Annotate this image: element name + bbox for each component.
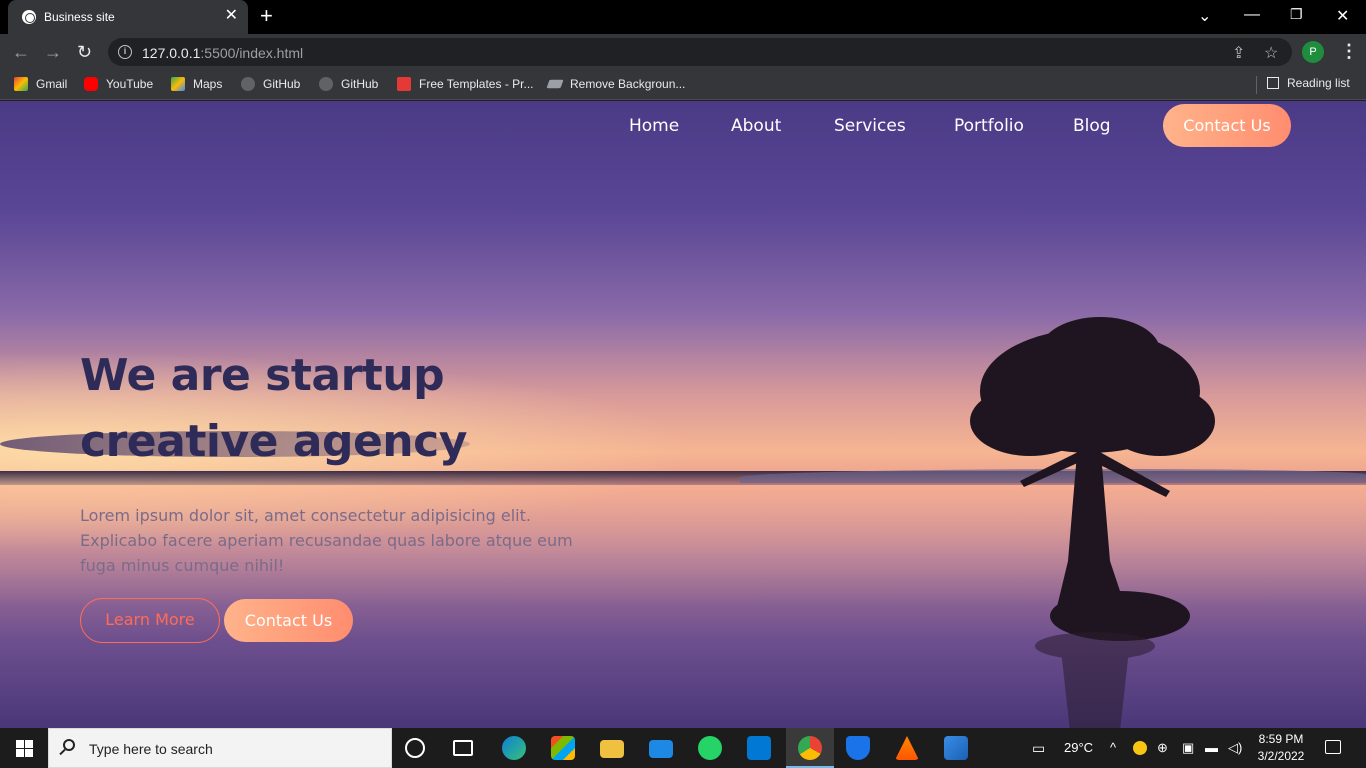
- reading-list-button[interactable]: Reading list: [1256, 76, 1350, 94]
- back-button[interactable]: ←: [12, 42, 30, 62]
- templates-icon: [397, 77, 411, 91]
- tab-title: Business site: [44, 10, 115, 24]
- close-window-button[interactable]: ✕: [1336, 6, 1349, 26]
- tab-search-icon[interactable]: ⌄: [1198, 6, 1211, 26]
- tree-silhouette-image: [970, 317, 1215, 728]
- bookmark-github-2[interactable]: GitHub: [319, 77, 378, 91]
- hero-section: Home About Services Portfolio Blog Conta…: [0, 101, 1366, 728]
- main-nav: Home About Services Portfolio Blog Conta…: [0, 101, 1366, 151]
- github-icon: [319, 77, 333, 91]
- app-tray-icon[interactable]: [1133, 741, 1147, 755]
- notifications-icon[interactable]: [1325, 740, 1341, 754]
- nav-services[interactable]: Services: [834, 116, 906, 136]
- windows-start-icon[interactable]: [16, 740, 33, 757]
- battery-icon[interactable]: ▬: [1205, 740, 1218, 755]
- url-text: 127.0.0.1:5500/index.html: [142, 45, 304, 61]
- network-icon[interactable]: ⊕: [1157, 740, 1168, 756]
- shield-icon[interactable]: [846, 736, 870, 760]
- forward-button[interactable]: →: [44, 42, 62, 62]
- bookmark-remove-background[interactable]: Remove Backgroun...: [546, 77, 685, 91]
- browser-tab-bar: Business site ✕ + ⌄ — ❐ ✕: [0, 0, 1366, 34]
- nav-portfolio[interactable]: Portfolio: [954, 116, 1024, 136]
- bookmark-github-1[interactable]: GitHub: [241, 77, 300, 91]
- store-icon[interactable]: [551, 736, 575, 760]
- chrome-taskbar-button[interactable]: [786, 728, 834, 768]
- weather-icon[interactable]: ▭: [1032, 740, 1045, 757]
- windows-taskbar: Type here to search ▭ 29°C ^ ⊕ ▣ ▬ ◁) 8:…: [0, 728, 1366, 768]
- learn-more-button[interactable]: Learn More: [80, 598, 220, 643]
- whatsapp-icon[interactable]: [698, 736, 722, 760]
- nav-home[interactable]: Home: [629, 116, 679, 136]
- chrome-icon: [798, 736, 822, 760]
- browser-menu-icon[interactable]: ⋮: [1340, 41, 1358, 61]
- reload-button[interactable]: ↻: [77, 42, 92, 62]
- restore-button[interactable]: ❐: [1290, 6, 1303, 23]
- globe-icon: [22, 10, 36, 24]
- bookmark-maps[interactable]: Maps: [171, 77, 222, 91]
- maps-icon: [171, 77, 185, 91]
- bookmarks-bar: Gmail YouTube Maps GitHub GitHub Free Te…: [0, 70, 1366, 100]
- bookmark-gmail[interactable]: Gmail: [14, 77, 67, 91]
- site-info-icon[interactable]: i: [118, 45, 132, 59]
- mail-icon[interactable]: [649, 740, 673, 758]
- meet-icon[interactable]: ▣: [1182, 740, 1194, 756]
- tray-expand-icon[interactable]: ^: [1110, 740, 1116, 755]
- vlc-icon[interactable]: [895, 736, 919, 760]
- profile-avatar[interactable]: P: [1302, 41, 1324, 63]
- taskbar-search-input[interactable]: Type here to search: [48, 728, 392, 768]
- hero-title: We are startup creative agency: [80, 350, 467, 467]
- new-tab-button[interactable]: +: [260, 4, 273, 28]
- address-input[interactable]: i 127.0.0.1:5500/index.html ⇪ ☆: [108, 38, 1292, 66]
- youtube-icon: [84, 77, 98, 91]
- github-icon: [241, 77, 255, 91]
- browser-tab[interactable]: Business site ✕: [8, 0, 248, 34]
- reading-list-icon: [1267, 77, 1279, 89]
- photos-icon[interactable]: [944, 736, 968, 760]
- search-icon: [63, 739, 75, 751]
- clock[interactable]: 8:59 PM 3/2/2022: [1256, 731, 1306, 765]
- minimize-button[interactable]: —: [1244, 6, 1260, 24]
- bookmark-youtube[interactable]: YouTube: [84, 77, 153, 91]
- edge-icon[interactable]: [502, 736, 526, 760]
- layers-icon: [546, 79, 564, 89]
- file-explorer-icon[interactable]: [600, 740, 624, 758]
- share-icon[interactable]: ⇪: [1232, 43, 1245, 63]
- gmail-icon: [14, 77, 28, 91]
- volume-icon[interactable]: ◁): [1228, 740, 1242, 756]
- vscode-icon[interactable]: [747, 736, 771, 760]
- nav-contact-button[interactable]: Contact Us: [1163, 104, 1291, 147]
- bookmark-star-icon[interactable]: ☆: [1264, 43, 1278, 63]
- cortana-icon[interactable]: [405, 738, 425, 758]
- hero-contact-button[interactable]: Contact Us: [224, 599, 353, 642]
- nav-blog[interactable]: Blog: [1073, 116, 1111, 136]
- close-tab-icon[interactable]: ✕: [225, 7, 238, 25]
- weather-temp[interactable]: 29°C: [1064, 740, 1093, 755]
- address-bar-row: ← → ↻ i 127.0.0.1:5500/index.html ⇪ ☆ P …: [0, 34, 1366, 70]
- hero-description: Lorem ipsum dolor sit, amet consectetur …: [80, 506, 573, 575]
- bookmark-free-templates[interactable]: Free Templates - Pr...: [397, 77, 534, 91]
- nav-about[interactable]: About: [731, 116, 781, 136]
- search-placeholder: Type here to search: [89, 741, 213, 757]
- clock-time: 8:59 PM: [1258, 732, 1304, 746]
- task-view-icon[interactable]: [453, 740, 473, 756]
- clock-date: 3/2/2022: [1257, 749, 1305, 763]
